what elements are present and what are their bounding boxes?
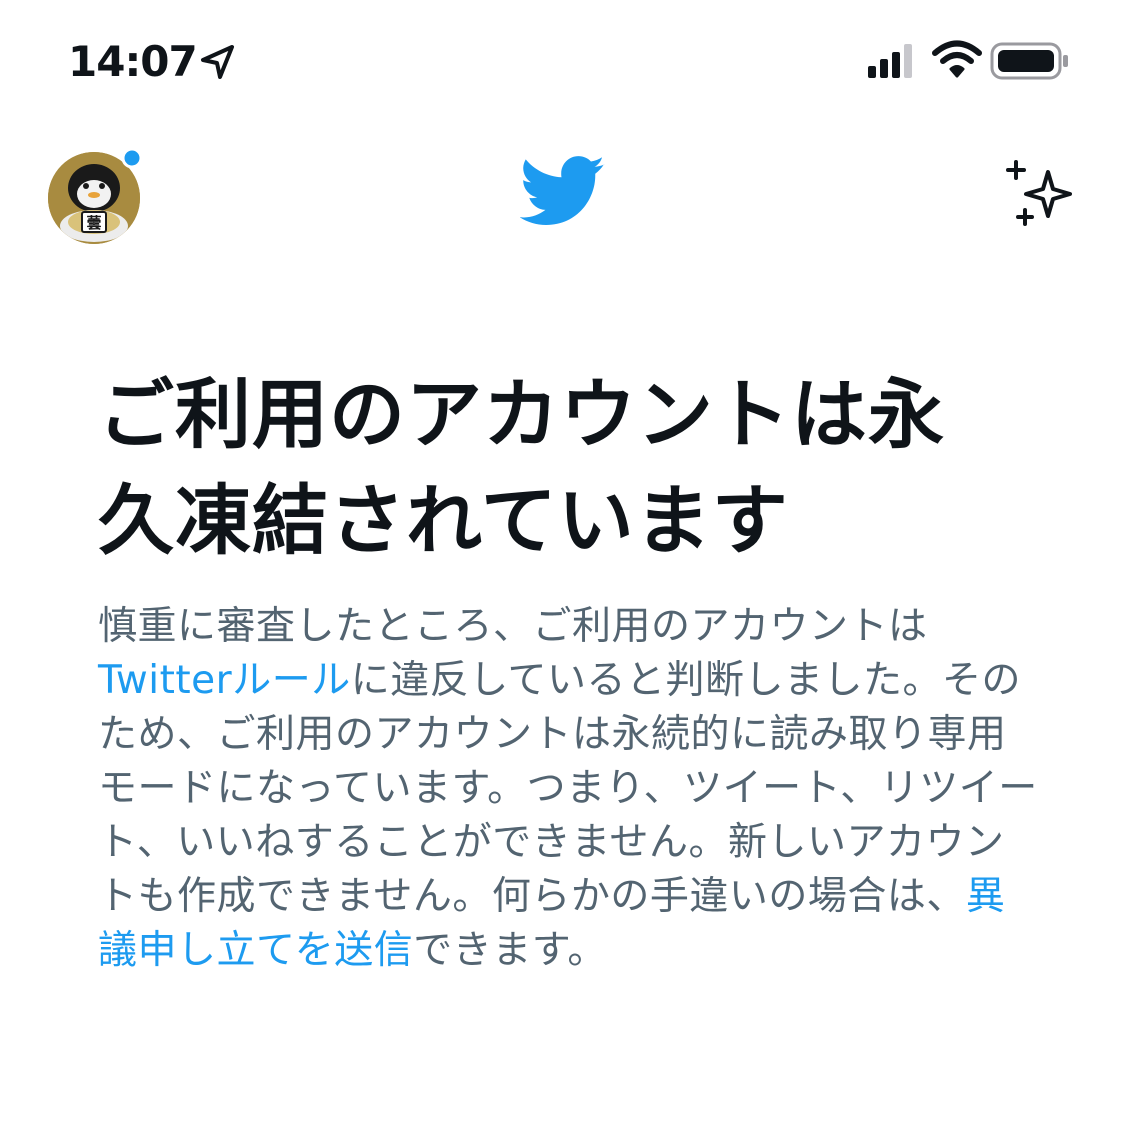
status-bar: 14:07 [0,0,1124,120]
avatar[interactable]: 蕓 [48,148,144,244]
battery-icon [990,42,1068,80]
twitter-bird-icon [520,156,605,225]
cellular-signal-icon [868,44,912,78]
message-text-1: 慎重に審査したところ、ご利用のアカウントは [98,604,928,649]
wifi-icon [932,40,982,78]
svg-text:蕓: 蕓 [86,214,101,232]
message-text-3: できます。 [413,928,607,973]
status-time: 14:07 [68,37,198,86]
suspension-message: 慎重に審査したところ、ご利用のアカウントはTwitterルールに違反していると判… [98,600,1038,978]
twitter-rules-link[interactable]: Twitterルール [98,658,351,703]
sparkle-icon[interactable] [1004,158,1078,232]
location-arrow-icon [201,45,234,79]
page-title: ご利用のアカウントは永久凍結されています [98,370,945,565]
